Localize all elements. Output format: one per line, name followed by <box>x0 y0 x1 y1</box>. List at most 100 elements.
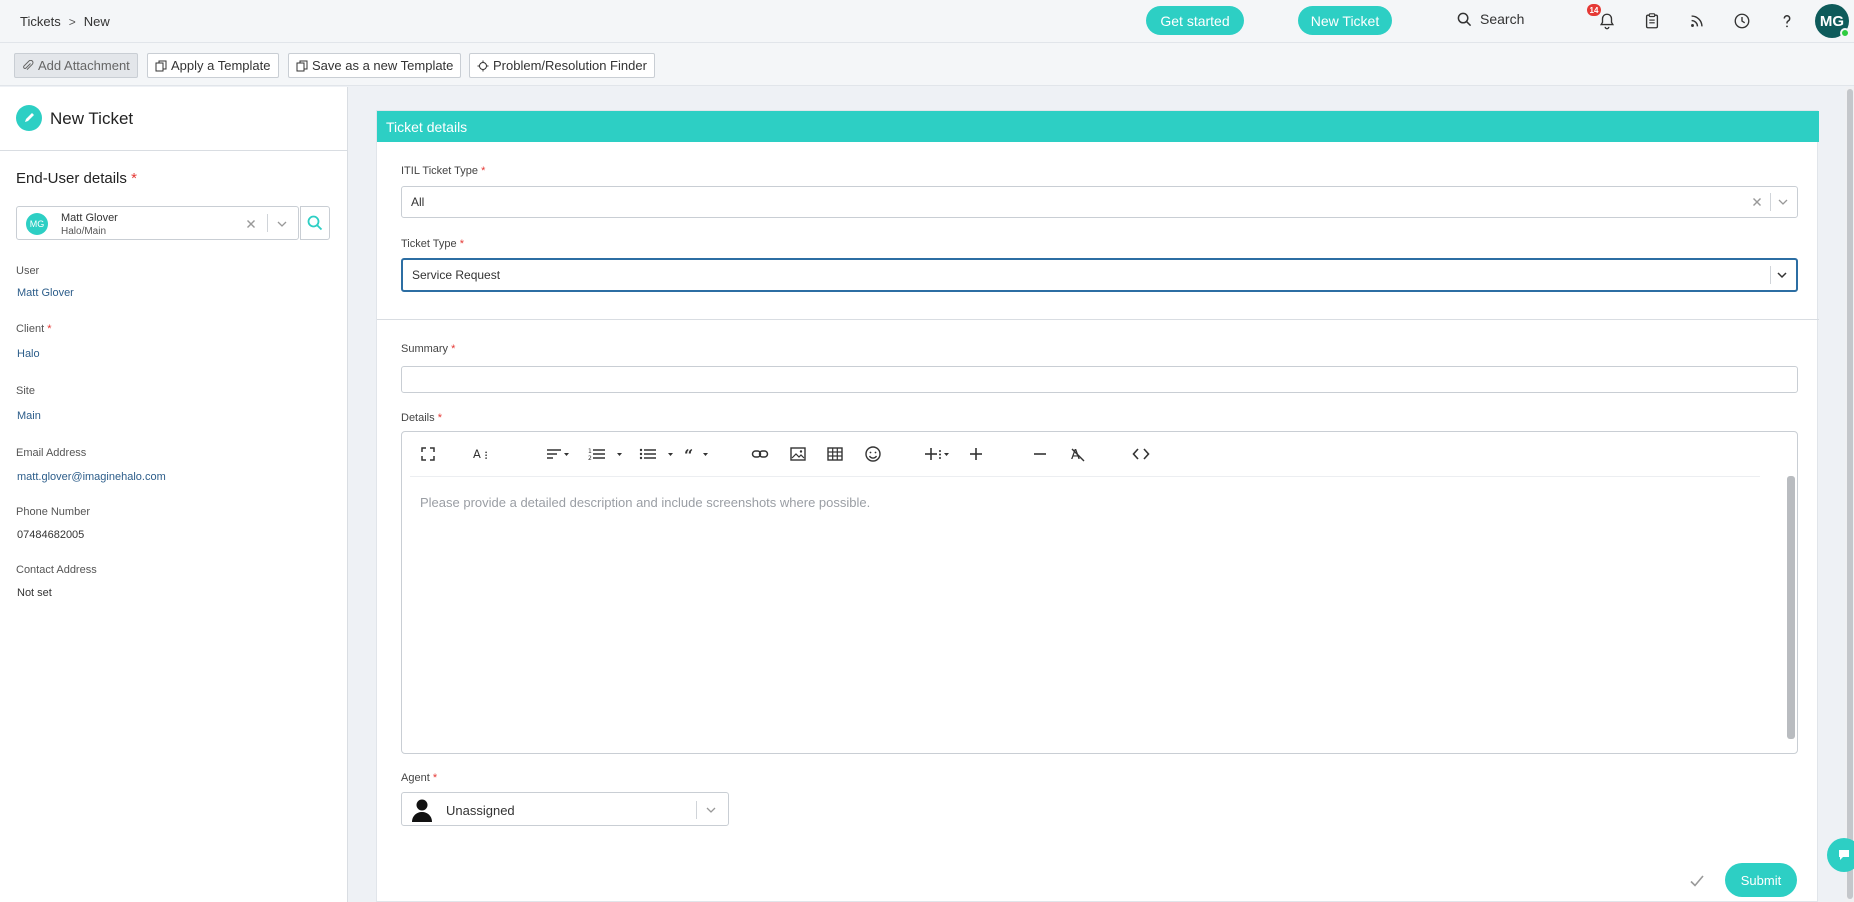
save-template-button[interactable]: Save as a new Template <box>288 53 462 78</box>
clear-icon[interactable] <box>1751 196 1763 208</box>
svg-text:2: 2 <box>588 455 592 462</box>
site-field-label: Site <box>16 385 35 397</box>
search-box[interactable]: Search <box>1457 11 1524 27</box>
horizontal-rule-icon[interactable] <box>1031 444 1049 464</box>
paperclip-icon <box>23 59 34 70</box>
insert-dropdown-icon[interactable] <box>924 444 954 464</box>
user-select-avatar: MG <box>26 213 48 235</box>
ticket-type-label: Ticket Type * <box>401 238 464 250</box>
chat-widget-icon[interactable] <box>1827 838 1854 872</box>
user-search-button[interactable] <box>300 206 330 240</box>
required-mark: * <box>437 412 442 424</box>
required-mark: * <box>481 165 486 177</box>
ticket-type-value: Service Request <box>412 268 501 282</box>
itil-type-label: ITIL Ticket Type * <box>401 165 485 177</box>
clear-icon[interactable] <box>245 218 257 230</box>
select-divider <box>1770 193 1771 211</box>
rss-icon[interactable] <box>1687 11 1707 31</box>
chevron-down-icon[interactable] <box>276 218 288 230</box>
person-icon <box>412 799 432 822</box>
user-select-name: Matt Glover <box>61 212 118 224</box>
fullscreen-icon[interactable] <box>419 444 437 464</box>
page-scrollbar[interactable] <box>1847 89 1853 899</box>
top-header: Tickets > New Get started New Ticket Sea… <box>0 0 1854 43</box>
user-select-sub: Halo/Main <box>61 226 107 237</box>
code-view-icon[interactable] <box>1132 444 1150 464</box>
ticket-details-card: Ticket details ITIL Ticket Type * All Ti… <box>376 110 1819 902</box>
link-icon[interactable] <box>751 444 769 464</box>
user-field-label: User <box>16 265 40 277</box>
quote-icon[interactable]: “ <box>684 444 712 464</box>
client-label-text: Client <box>16 323 45 335</box>
required-mark: * <box>451 343 456 355</box>
select-divider <box>1770 266 1771 284</box>
add-attachment-label: Add Attachment <box>38 58 130 73</box>
summary-label: Summary * <box>401 343 455 355</box>
details-label: Details * <box>401 412 442 424</box>
details-label-text: Details <box>401 412 435 424</box>
new-ticket-button[interactable]: New Ticket <box>1298 6 1392 35</box>
copy-icon <box>155 60 167 71</box>
chevron-down-icon[interactable] <box>1777 196 1789 208</box>
required-mark: * <box>47 323 52 335</box>
check-icon[interactable] <box>1689 873 1705 889</box>
end-user-select[interactable]: MG Matt Glover Halo/Main <box>16 206 299 240</box>
agent-label: Agent * <box>401 772 437 784</box>
problem-resolution-finder-button[interactable]: Problem/Resolution Finder <box>469 53 655 78</box>
clear-format-icon[interactable]: A <box>1069 444 1087 464</box>
ordered-list-icon[interactable]: 12 <box>587 444 625 464</box>
svg-text:1: 1 <box>588 448 592 455</box>
user-field-value[interactable]: Matt Glover <box>17 287 74 299</box>
bell-icon[interactable] <box>1597 11 1617 31</box>
search-icon <box>1457 12 1472 26</box>
breadcrumb-tickets-link[interactable]: Tickets <box>20 14 61 29</box>
ticket-type-select[interactable]: Service Request <box>401 258 1798 292</box>
select-divider <box>696 801 697 819</box>
svg-text:“: “ <box>684 446 693 463</box>
chevron-down-icon[interactable] <box>1776 269 1788 281</box>
summary-input[interactable] <box>401 366 1798 393</box>
add-attachment-button[interactable]: Add Attachment <box>14 53 138 78</box>
itil-type-select[interactable]: All <box>401 186 1798 218</box>
itil-type-value: All <box>411 195 425 209</box>
clock-icon[interactable] <box>1732 11 1752 31</box>
email-field-label: Email Address <box>16 447 87 459</box>
contact-address-label: Contact Address <box>16 564 97 576</box>
editor-scrollbar[interactable] <box>1787 476 1795 739</box>
image-icon[interactable] <box>789 444 807 464</box>
email-field-value[interactable]: matt.glover@imaginehalo.com <box>17 471 166 483</box>
svg-text:A: A <box>473 447 481 461</box>
online-status-dot <box>1840 28 1850 38</box>
breadcrumb: Tickets > New <box>20 14 110 29</box>
align-dropdown-icon[interactable] <box>545 444 573 464</box>
contact-address-value: Not set <box>17 587 52 599</box>
card-title: Ticket details <box>386 119 468 135</box>
site-field-value[interactable]: Main <box>17 410 41 422</box>
agent-label-text: Agent <box>401 772 430 784</box>
emoji-icon[interactable] <box>864 444 882 464</box>
details-editor[interactable]: A 12 “ A Please provide a detailed descr… <box>401 431 1798 754</box>
submit-button[interactable]: Submit <box>1725 863 1797 897</box>
font-style-icon[interactable]: A <box>471 444 493 464</box>
end-user-section-label: End-User details <box>16 170 127 187</box>
itil-type-label-text: ITIL Ticket Type <box>401 165 479 177</box>
summary-label-text: Summary <box>401 343 449 355</box>
bullet-list-icon[interactable] <box>638 444 676 464</box>
ticket-icon <box>16 105 42 131</box>
get-started-button[interactable]: Get started <box>1146 6 1244 35</box>
apply-template-button[interactable]: Apply a Template <box>147 53 279 78</box>
required-mark: * <box>432 772 438 784</box>
plus-icon[interactable] <box>967 444 985 464</box>
agent-select[interactable]: Unassigned <box>401 792 729 826</box>
page-title: New Ticket <box>50 109 134 128</box>
action-toolbar: Add Attachment Apply a Template Save as … <box>0 43 1854 86</box>
help-icon[interactable] <box>1777 11 1797 31</box>
ticket-type-label-text: Ticket Type <box>401 238 457 250</box>
agent-value: Unassigned <box>446 803 515 818</box>
table-icon[interactable] <box>826 444 844 464</box>
client-field-value[interactable]: Halo <box>17 348 40 360</box>
clipboard-icon[interactable] <box>1642 11 1662 31</box>
chevron-down-icon[interactable] <box>705 804 717 816</box>
search-icon <box>307 215 323 231</box>
required-mark: * <box>459 238 464 250</box>
